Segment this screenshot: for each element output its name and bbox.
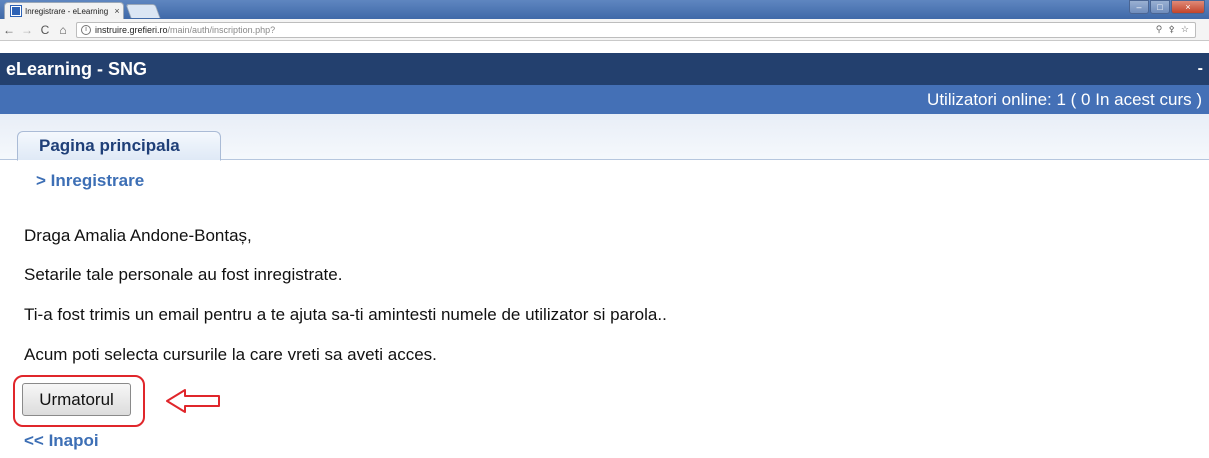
tab-close-icon[interactable]: × <box>111 6 123 16</box>
saved-message: Setarile tale personale au fost inregist… <box>24 265 343 284</box>
back-link[interactable]: << Inapoi <box>24 431 99 451</box>
tab-title: Inregistrare - eLearning <box>25 6 109 16</box>
favicon-icon <box>10 5 22 17</box>
url-path: /main/auth/inscription.php? <box>167 24 276 35</box>
header-right-text: - <box>1197 60 1203 77</box>
browser-toolbar: ← → C ⌂ i instruire.grefieri.ro /main/au… <box>0 19 1209 41</box>
forward-arrow-icon[interactable]: → <box>18 23 36 37</box>
omnibox-actions: ⚲ ⚴ ☆ <box>1156 24 1195 35</box>
annotation-arrow-icon <box>166 389 220 413</box>
bookmark-star-icon[interactable]: ☆ <box>1181 24 1189 35</box>
tabs-area: Pagina principala <box>0 114 1209 161</box>
back-arrow-icon[interactable]: ← <box>0 23 18 37</box>
browser-tab[interactable]: Inregistrare - eLearning × <box>4 2 124 19</box>
url-host: instruire.grefieri.ro <box>95 24 168 35</box>
close-window-icon[interactable]: × <box>1171 0 1205 14</box>
breadcrumb: > Inregistrare <box>36 171 145 190</box>
site-title: eLearning - SNG <box>6 58 148 79</box>
address-bar[interactable]: i instruire.grefieri.ro /main/auth/inscr… <box>76 21 1196 38</box>
info-icon[interactable]: i <box>81 24 91 35</box>
reload-icon[interactable]: C <box>36 23 54 37</box>
tab-main-page[interactable]: Pagina principala <box>17 131 221 161</box>
greeting-text: Draga Amalia Andone-Bontaș, <box>24 226 252 245</box>
zoom-icon[interactable]: ⚲ <box>1156 24 1163 35</box>
pin-icon[interactable]: ⚴ <box>1168 24 1175 35</box>
online-users-text: Utilizatori online: 1 ( 0 In acest curs … <box>927 89 1202 109</box>
select-courses-message: Acum poti selecta cursurile la care vret… <box>24 345 437 364</box>
browser-tabstrip: Inregistrare - eLearning × – □ × <box>0 0 1209 19</box>
email-sent-message: Ti-a fost trimis un email pentru a te aj… <box>24 305 667 324</box>
new-tab-button[interactable] <box>125 4 161 18</box>
next-button[interactable]: Urmatorul <box>22 383 131 416</box>
site-header: eLearning - SNG - <box>0 53 1209 85</box>
window-controls: – □ × <box>1129 0 1205 14</box>
home-icon[interactable]: ⌂ <box>54 23 72 37</box>
online-users-bar: Utilizatori online: 1 ( 0 In acest curs … <box>0 85 1209 114</box>
maximize-icon[interactable]: □ <box>1150 0 1170 14</box>
minimize-icon[interactable]: – <box>1129 0 1149 14</box>
